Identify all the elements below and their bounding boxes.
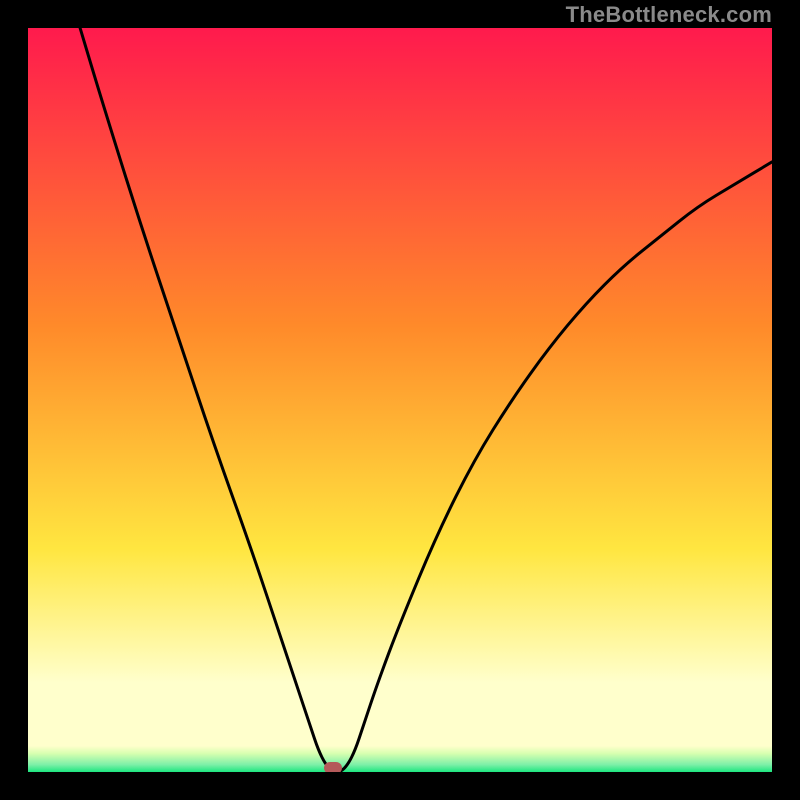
chart-frame: TheBottleneck.com <box>0 0 800 800</box>
minimum-dot-icon <box>324 762 342 772</box>
curve-layer <box>28 28 772 772</box>
watermark-text: TheBottleneck.com <box>566 2 772 28</box>
plot-area <box>28 28 772 772</box>
bottleneck-curve <box>80 28 772 772</box>
